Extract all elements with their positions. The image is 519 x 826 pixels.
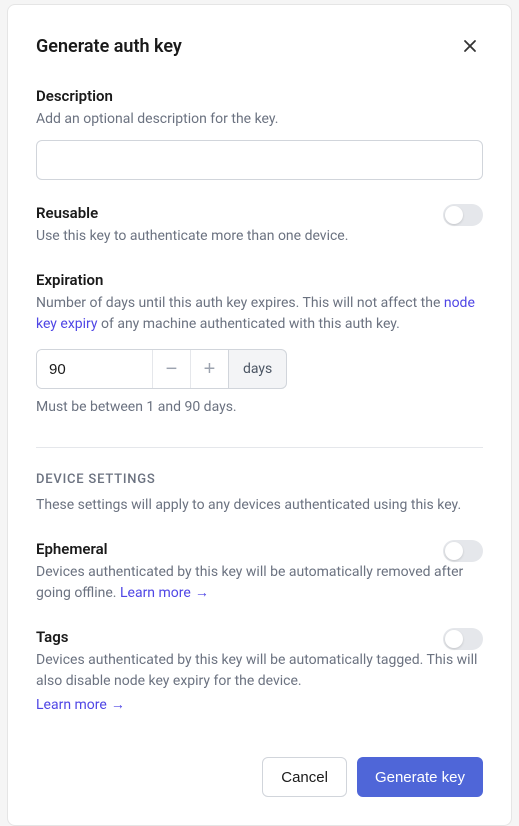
device-settings-section: DEVICE SETTINGS These settings will appl… (36, 472, 483, 516)
toggle-knob (445, 206, 463, 224)
arrow-right-icon: → (195, 583, 209, 604)
close-button[interactable] (457, 33, 483, 59)
generate-auth-key-modal: Generate auth key Description Add an opt… (7, 4, 512, 826)
tags-section: Tags Devices authenticated by this key w… (36, 628, 483, 713)
expiration-input[interactable] (37, 350, 152, 388)
toggle-knob (445, 542, 463, 560)
reusable-label: Reusable (36, 204, 98, 222)
expiration-section: Expiration Number of days until this aut… (36, 271, 483, 415)
device-settings-heading: DEVICE SETTINGS (36, 472, 483, 487)
modal-header: Generate auth key (36, 33, 483, 59)
expiration-decrement-button[interactable]: − (152, 350, 190, 388)
expiration-stepper: − + days (36, 349, 483, 389)
ephemeral-learn-more-link[interactable]: Learn more → (120, 583, 209, 604)
learn-more-text: Learn more (120, 583, 191, 604)
ephemeral-help-text: Devices authenticated by this key will b… (36, 564, 463, 601)
expiration-increment-button[interactable]: + (190, 350, 228, 388)
ephemeral-label: Ephemeral (36, 540, 108, 558)
expiration-help: Number of days until this auth key expir… (36, 293, 483, 335)
tags-toggle[interactable] (443, 628, 483, 650)
reusable-help: Use this key to authenticate more than o… (36, 226, 483, 247)
ephemeral-help: Devices authenticated by this key will b… (36, 562, 483, 604)
reusable-toggle[interactable] (443, 204, 483, 226)
close-icon (461, 37, 479, 55)
expiration-unit: days (229, 349, 287, 389)
description-section: Description Add an optional description … (36, 87, 483, 180)
tags-help: Devices authenticated by this key will b… (36, 650, 483, 692)
expiration-label: Expiration (36, 271, 483, 289)
expiration-help-post: of any machine authenticated with this a… (98, 316, 400, 332)
description-help: Add an optional description for the key. (36, 109, 483, 130)
generate-key-button[interactable]: Generate key (357, 757, 483, 797)
learn-more-text: Learn more (36, 697, 107, 713)
expiration-help-pre: Number of days until this auth key expir… (36, 295, 444, 311)
tags-label: Tags (36, 628, 69, 646)
cancel-button[interactable]: Cancel (262, 757, 347, 797)
device-settings-help: These settings will apply to any devices… (36, 495, 483, 516)
plus-icon: + (204, 358, 216, 381)
modal-footer: Cancel Generate key (36, 737, 483, 797)
reusable-section: Reusable Use this key to authenticate mo… (36, 204, 483, 247)
toggle-knob (445, 630, 463, 648)
ephemeral-section: Ephemeral Devices authenticated by this … (36, 540, 483, 604)
expiration-hint: Must be between 1 and 90 days. (36, 399, 483, 415)
tags-learn-more-link[interactable]: Learn more → (36, 696, 125, 713)
description-label: Description (36, 87, 483, 105)
ephemeral-toggle[interactable] (443, 540, 483, 562)
arrow-right-icon: → (111, 696, 125, 713)
divider (36, 447, 483, 448)
modal-title: Generate auth key (36, 36, 182, 57)
description-input[interactable] (36, 140, 483, 180)
minus-icon: − (166, 358, 178, 381)
